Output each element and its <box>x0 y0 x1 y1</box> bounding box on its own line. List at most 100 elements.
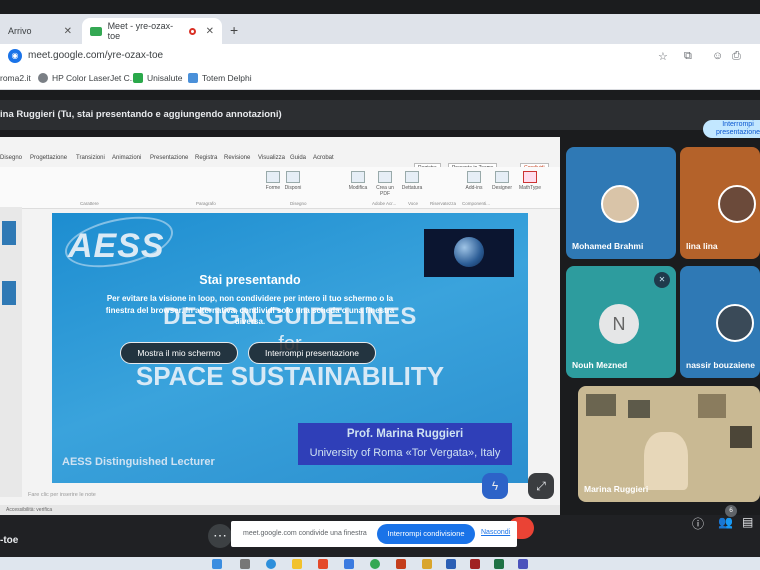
app-icon[interactable] <box>344 559 354 569</box>
tab-progettazione[interactable]: Progettazione <box>30 155 67 161</box>
wall-frame <box>586 394 616 416</box>
overlay-message: Per evitare la visione in loop, non cond… <box>105 294 395 326</box>
bookmark-hp[interactable]: HP Color LaserJet C... <box>38 73 137 83</box>
star-icon[interactable]: ☆ <box>658 50 668 63</box>
accessibility-status[interactable]: Accessibilità: verifica <box>6 507 52 513</box>
stop-presenting-top-button[interactable]: Interrompi presentazione <box>703 120 760 138</box>
powerpoint-icon[interactable] <box>318 559 328 569</box>
avatar <box>718 185 756 223</box>
tab-acrobat[interactable]: Acrobat <box>313 155 334 161</box>
show-screen-button[interactable]: Mostra il mio schermo <box>120 342 238 364</box>
addins-button[interactable]: Add-ins <box>462 171 486 191</box>
bookmark-roma2[interactable]: roma2.it <box>0 73 31 83</box>
participant-name: lina lina <box>686 241 718 251</box>
close-icon[interactable]: ✕ <box>64 26 72 37</box>
group-font: Carattere <box>80 201 99 206</box>
new-tab-icon[interactable]: + <box>230 22 238 38</box>
participant-tile[interactable]: Mohamed Brahmi <box>566 147 676 259</box>
stop-sharing-button[interactable]: Interrompi condivisione <box>377 524 475 544</box>
chat-icon[interactable]: ▤ <box>742 515 753 529</box>
people-icon[interactable]: 👥 <box>718 515 733 529</box>
presenting-overlay: Stai presentando Per evitare la visione … <box>52 213 528 483</box>
bookmark-label: Unisalute <box>147 73 183 83</box>
participant-count: 6 <box>725 505 737 517</box>
print-icon[interactable]: ⎙ <box>732 50 741 63</box>
self-video-tile[interactable]: Marina Ruggieri <box>578 386 760 502</box>
ribbon-label: Designer <box>491 185 512 191</box>
dictation-button[interactable]: Dettatura <box>400 171 424 191</box>
office-icon[interactable] <box>396 559 406 569</box>
presenting-text: ina Ruggieri (Tu, stai presentando e agg… <box>0 109 282 120</box>
bookmark-label: roma2.it <box>0 73 31 83</box>
tab-presentazione[interactable]: Presentazione <box>150 155 188 161</box>
site-info-icon[interactable]: ◉ <box>8 49 22 63</box>
extensions-icon[interactable]: ⧉ <box>684 50 692 63</box>
ribbon-label: Dettatura <box>401 185 423 191</box>
tab-visualizza[interactable]: Visualizza <box>258 155 285 161</box>
wall-frame <box>730 426 752 448</box>
tab-arrivo[interactable]: Arrivo ✕ <box>0 18 80 44</box>
url-text[interactable]: meet.google.com/yre-ozax-toe <box>28 50 163 61</box>
arrange-button[interactable]: Disponi <box>282 171 304 191</box>
shapes-button[interactable]: Forme <box>262 171 284 191</box>
search-icon[interactable] <box>240 559 250 569</box>
tab-revisione[interactable]: Revisione <box>224 155 250 161</box>
slide-thumbnail[interactable] <box>2 281 16 305</box>
tab-registra[interactable]: Registra <box>195 155 217 161</box>
mathtype-button[interactable]: MathType <box>517 171 543 191</box>
windows-taskbar <box>0 557 760 570</box>
address-bar[interactable]: ◉ meet.google.com/yre-ozax-toe <box>0 44 760 68</box>
tab-transizioni[interactable]: Transizioni <box>76 155 105 161</box>
ribbon-label: Modifica <box>348 185 368 191</box>
chrome-icon[interactable] <box>370 559 380 569</box>
ribbon: Forme Disponi Modifica Crea un PDF Detta… <box>0 167 560 209</box>
designer-button[interactable]: Designer <box>490 171 514 191</box>
edit-button[interactable]: Modifica <box>346 171 370 191</box>
presenter-video <box>644 432 688 490</box>
notes-placeholder[interactable]: Fare clic per inserire le note <box>28 492 96 498</box>
explorer-icon[interactable] <box>292 559 302 569</box>
unisalute-icon <box>133 73 143 83</box>
tab-guida[interactable]: Guida <box>290 155 306 161</box>
ribbon-label: Add-ins <box>465 185 483 191</box>
close-icon[interactable]: ✕ <box>206 26 214 37</box>
pdf-icon <box>378 171 392 183</box>
more-options-icon[interactable]: ⋯ <box>208 524 232 548</box>
start-icon[interactable] <box>212 559 222 569</box>
tab-meet[interactable]: Meet - yre-ozax-toe ✕ <box>82 18 222 44</box>
slide-thumbnail[interactable] <box>2 221 16 245</box>
teams-icon[interactable] <box>518 559 528 569</box>
addins-icon <box>467 171 481 183</box>
edge-icon[interactable] <box>266 559 276 569</box>
designer-icon <box>495 171 509 183</box>
group-paragraph: Paragrafo <box>196 201 216 206</box>
meet-icon <box>90 26 102 36</box>
word-icon[interactable] <box>446 559 456 569</box>
bookmark-totem[interactable]: Totem Delphi <box>188 73 252 83</box>
participant-name: Marina Ruggieri <box>584 484 649 494</box>
annotate-icon[interactable]: ϟ <box>482 473 508 499</box>
excel-icon[interactable] <box>494 559 504 569</box>
muted-mic-icon: ✕ <box>654 272 670 288</box>
share-notification-text: meet.google.com condivide una finestra <box>243 530 367 537</box>
participant-tile[interactable]: nassir bouzaiene <box>680 266 760 378</box>
participant-name: Mohamed Brahmi <box>572 241 644 251</box>
hide-link[interactable]: Nascondi <box>481 529 510 536</box>
search-icon <box>351 171 365 183</box>
profile-icon[interactable]: ☺ <box>712 50 723 62</box>
info-icon[interactable]: ⓘ <box>692 515 704 532</box>
participant-tile[interactable]: lina lina <box>680 147 760 259</box>
group-drawing: Disegno <box>290 201 307 206</box>
bookmark-unisalute[interactable]: Unisalute <box>133 73 182 83</box>
totem-icon <box>188 73 198 83</box>
group-sensitivity: Riservatezza <box>430 201 457 206</box>
fullscreen-icon[interactable]: ⤢ <box>528 473 554 499</box>
stop-presenting-button[interactable]: Interrompi presentazione <box>248 342 376 364</box>
ribbon-label: Crea un PDF <box>376 185 394 197</box>
participant-tile[interactable]: N ✕ Nouh Mezned <box>566 266 676 378</box>
folder-icon[interactable] <box>422 559 432 569</box>
acrobat-icon[interactable] <box>470 559 480 569</box>
create-pdf-button[interactable]: Crea un PDF <box>374 171 396 197</box>
tab-animazioni[interactable]: Animazioni <box>112 155 141 161</box>
tab-disegno[interactable]: Disegno <box>0 155 22 161</box>
